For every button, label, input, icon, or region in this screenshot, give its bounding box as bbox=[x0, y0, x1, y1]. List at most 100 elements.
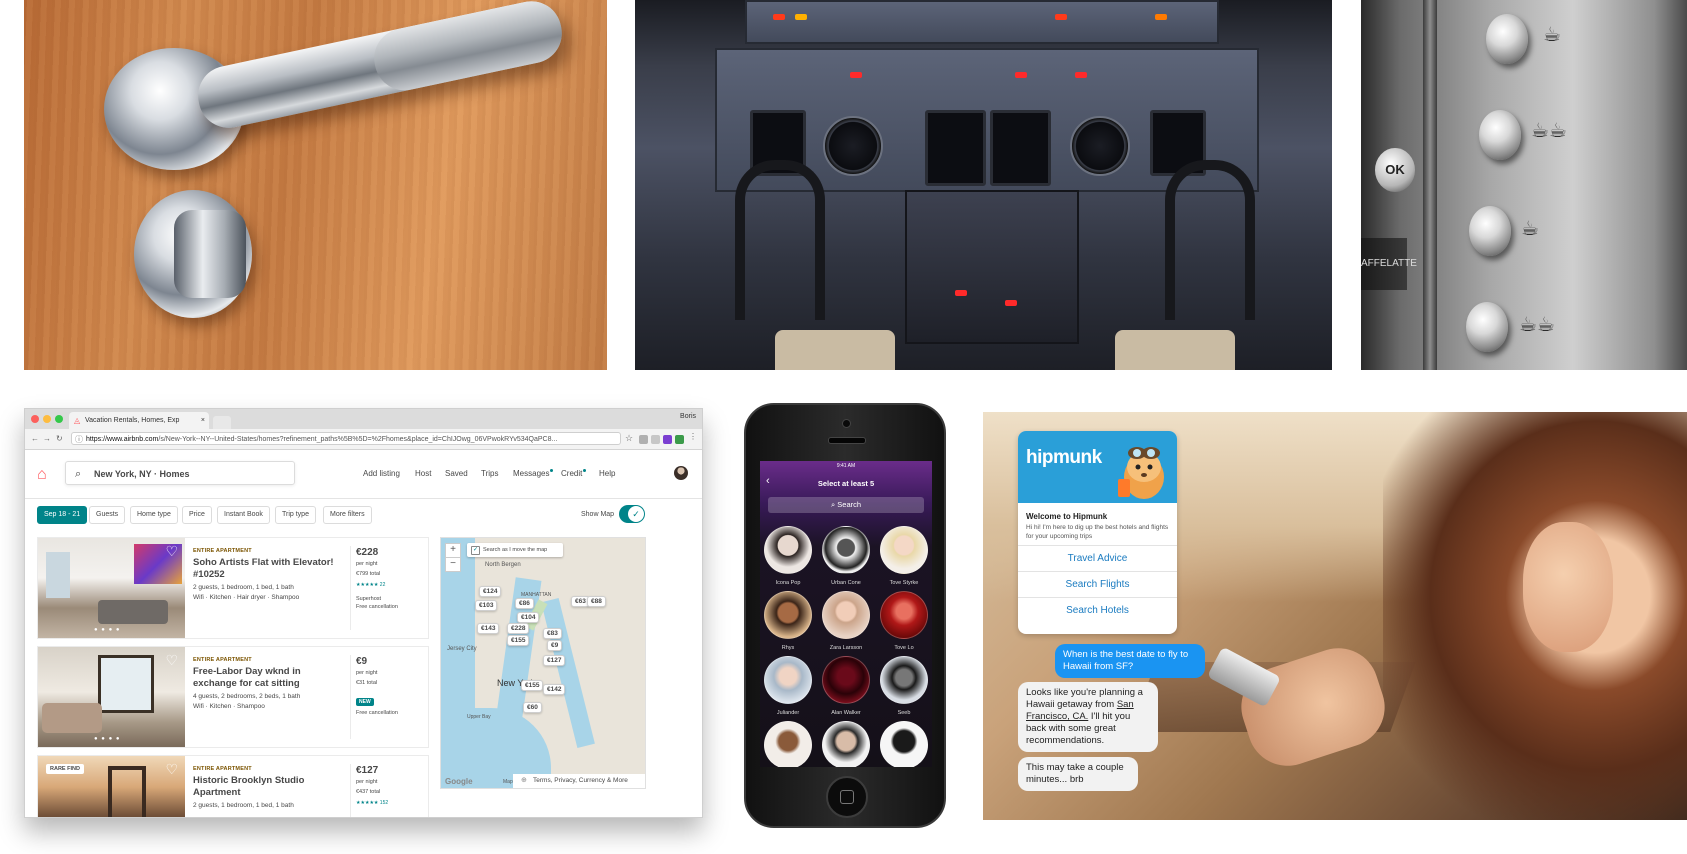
price-pin[interactable]: €228 bbox=[507, 623, 530, 634]
nav-credit[interactable]: Credit bbox=[561, 469, 587, 478]
forward-icon[interactable]: → bbox=[43, 434, 51, 443]
artist-item[interactable] bbox=[822, 721, 870, 767]
price-pin[interactable]: €9 bbox=[547, 640, 563, 651]
favorite-heart-icon[interactable]: ♡ bbox=[165, 653, 178, 667]
tab-close-icon[interactable]: × bbox=[201, 412, 205, 429]
artist-item[interactable]: Alan Walker bbox=[822, 656, 870, 716]
nav-messages[interactable]: Messages bbox=[513, 469, 554, 478]
throttle-quadrant bbox=[905, 190, 1079, 344]
listing-title[interactable]: Historic Brooklyn Studio Apartment bbox=[193, 775, 343, 799]
artist-item[interactable]: Icona Pop bbox=[764, 526, 812, 586]
listing-title[interactable]: Soho Artists Flat with Elevator! #10252 bbox=[193, 557, 343, 581]
filter-trip-type[interactable]: Trip type bbox=[275, 506, 316, 524]
back-icon[interactable]: ← bbox=[31, 434, 39, 443]
listing-card[interactable]: RARE FIND ♡ ENTIRE APARTMENT Historic Br… bbox=[37, 755, 429, 817]
artist-item[interactable]: Juliander bbox=[764, 656, 812, 716]
filter-instant-book[interactable]: Instant Book bbox=[217, 506, 270, 524]
rating-stars: ★★★★★ 22 bbox=[356, 582, 386, 588]
per-night-label: per night bbox=[356, 779, 378, 785]
total-price: €31 total bbox=[356, 680, 378, 686]
price-pin[interactable]: €103 bbox=[475, 600, 498, 611]
extension-icon[interactable] bbox=[675, 435, 684, 444]
listing-photo[interactable]: ♡ ● ● ● ● bbox=[38, 647, 185, 747]
artist-item[interactable]: Rhys bbox=[764, 591, 812, 651]
artist-item[interactable]: Urban Cone bbox=[822, 526, 870, 586]
price-pin[interactable]: €124 bbox=[479, 586, 502, 597]
listing-photo[interactable]: ♡ ● ● ● ● bbox=[38, 538, 185, 638]
thumb-turn-knob bbox=[174, 210, 246, 298]
zoom-in-button[interactable]: + bbox=[445, 543, 461, 558]
carousel-dots[interactable]: ● ● ● ● bbox=[94, 627, 121, 633]
home-button[interactable] bbox=[826, 776, 868, 818]
listing-title[interactable]: Free-Labor Day wknd in exchange for cat … bbox=[193, 666, 343, 690]
price-pin[interactable]: €86 bbox=[515, 598, 534, 609]
nav-trips[interactable]: Trips bbox=[481, 469, 498, 478]
artist-item[interactable] bbox=[880, 721, 928, 767]
artist-avatar bbox=[880, 526, 928, 574]
artist-item[interactable]: Tove Lo bbox=[880, 591, 928, 651]
price-pin[interactable]: €155 bbox=[507, 635, 530, 646]
listing-card[interactable]: ♡ ● ● ● ● ENTIRE APARTMENT Soho Artists … bbox=[37, 537, 429, 639]
search-as-move-checkbox[interactable]: ✓ Search as I move the map bbox=[467, 543, 563, 557]
warning-lamp bbox=[773, 14, 785, 20]
maximize-window-icon[interactable] bbox=[55, 415, 63, 423]
filter-price[interactable]: Price bbox=[182, 506, 212, 524]
nav-credit-label: Credit bbox=[561, 469, 583, 478]
search-flights-button[interactable]: Search Flights bbox=[1018, 571, 1177, 598]
iphone-device: 9:41 AM ‹ Select at least 5 ⌕ Search Ico… bbox=[744, 403, 946, 828]
listing-photo[interactable]: RARE FIND ♡ bbox=[38, 756, 185, 817]
zoom-out-button[interactable]: − bbox=[445, 557, 461, 572]
carousel-dots[interactable]: ● ● ● ● bbox=[94, 736, 121, 742]
browser-tab[interactable]: ◬ Vacation Rentals, Homes, Exp × bbox=[69, 412, 209, 429]
profile-name[interactable]: Boris bbox=[680, 413, 696, 420]
show-map-toggle[interactable]: ✓ bbox=[619, 505, 645, 523]
listing-card[interactable]: ♡ ● ● ● ● ENTIRE APARTMENT Free-Labor Da… bbox=[37, 646, 429, 748]
price-pin[interactable]: €142 bbox=[543, 684, 566, 695]
travel-advice-button[interactable]: Travel Advice bbox=[1018, 545, 1177, 572]
nav-host[interactable]: Host bbox=[415, 469, 431, 478]
filter-more[interactable]: More filters bbox=[323, 506, 372, 524]
minimize-window-icon[interactable] bbox=[43, 415, 51, 423]
menu-icon[interactable]: ⋮ bbox=[689, 432, 697, 441]
filter-guests[interactable]: Guests bbox=[89, 506, 126, 524]
artist-item[interactable]: Seeb bbox=[880, 656, 928, 716]
search-hotels-button[interactable]: Search Hotels bbox=[1018, 597, 1177, 624]
favorite-heart-icon[interactable]: ♡ bbox=[165, 544, 178, 558]
bookmark-star-icon[interactable]: ☆ bbox=[625, 433, 633, 444]
price-pin[interactable]: €104 bbox=[517, 612, 540, 623]
artist-item[interactable] bbox=[764, 721, 812, 767]
espresso-cup-icon: ☕ bbox=[1521, 216, 1539, 240]
search-input[interactable]: ⌕ Search bbox=[768, 497, 924, 513]
new-tab-button[interactable] bbox=[213, 416, 231, 429]
avatar[interactable] bbox=[674, 466, 688, 480]
page-title: Select at least 5 bbox=[817, 479, 875, 488]
price-pin[interactable]: €88 bbox=[587, 596, 606, 607]
nav-saved[interactable]: Saved bbox=[445, 469, 468, 478]
artist-item[interactable]: Zara Larsson bbox=[822, 591, 870, 651]
address-bar[interactable]: ⓘ https://www.airbnb.com/s/New-York--NY-… bbox=[71, 432, 621, 445]
nav-add-listing[interactable]: Add listing bbox=[363, 469, 400, 478]
price-pin[interactable]: €127 bbox=[543, 655, 566, 666]
listings-map[interactable]: + − ✓ Search as I move the map North Ber… bbox=[440, 537, 646, 789]
extension-icon[interactable] bbox=[639, 435, 648, 444]
search-input[interactable]: ⌕ New York, NY · Homes bbox=[65, 461, 295, 485]
extension-icon[interactable] bbox=[651, 435, 660, 444]
price-pin[interactable]: €60 bbox=[523, 702, 542, 713]
airbnb-logo-icon[interactable]: ⌂ bbox=[37, 467, 47, 483]
close-window-icon[interactable] bbox=[31, 415, 39, 423]
nav-help[interactable]: Help bbox=[599, 469, 615, 478]
filter-dates[interactable]: Sep 18 - 21 bbox=[37, 506, 88, 524]
filter-home-type[interactable]: Home type bbox=[130, 506, 178, 524]
price-pin[interactable]: €155 bbox=[521, 680, 544, 691]
map-footer[interactable]: ⊕ Terms, Privacy, Currency & More bbox=[513, 774, 645, 788]
favorite-heart-icon[interactable]: ♡ bbox=[165, 762, 178, 776]
overhead-panel bbox=[745, 0, 1219, 44]
price-pin[interactable]: €143 bbox=[477, 623, 500, 634]
reload-icon[interactable]: ↻ bbox=[56, 434, 63, 443]
display-screen bbox=[925, 110, 986, 186]
price-pin[interactable]: €83 bbox=[543, 628, 562, 639]
listing-type: ENTIRE APARTMENT bbox=[193, 548, 252, 554]
artist-avatar bbox=[880, 591, 928, 639]
artist-item[interactable]: Tove Styrke bbox=[880, 526, 928, 586]
extension-icon[interactable] bbox=[663, 435, 672, 444]
